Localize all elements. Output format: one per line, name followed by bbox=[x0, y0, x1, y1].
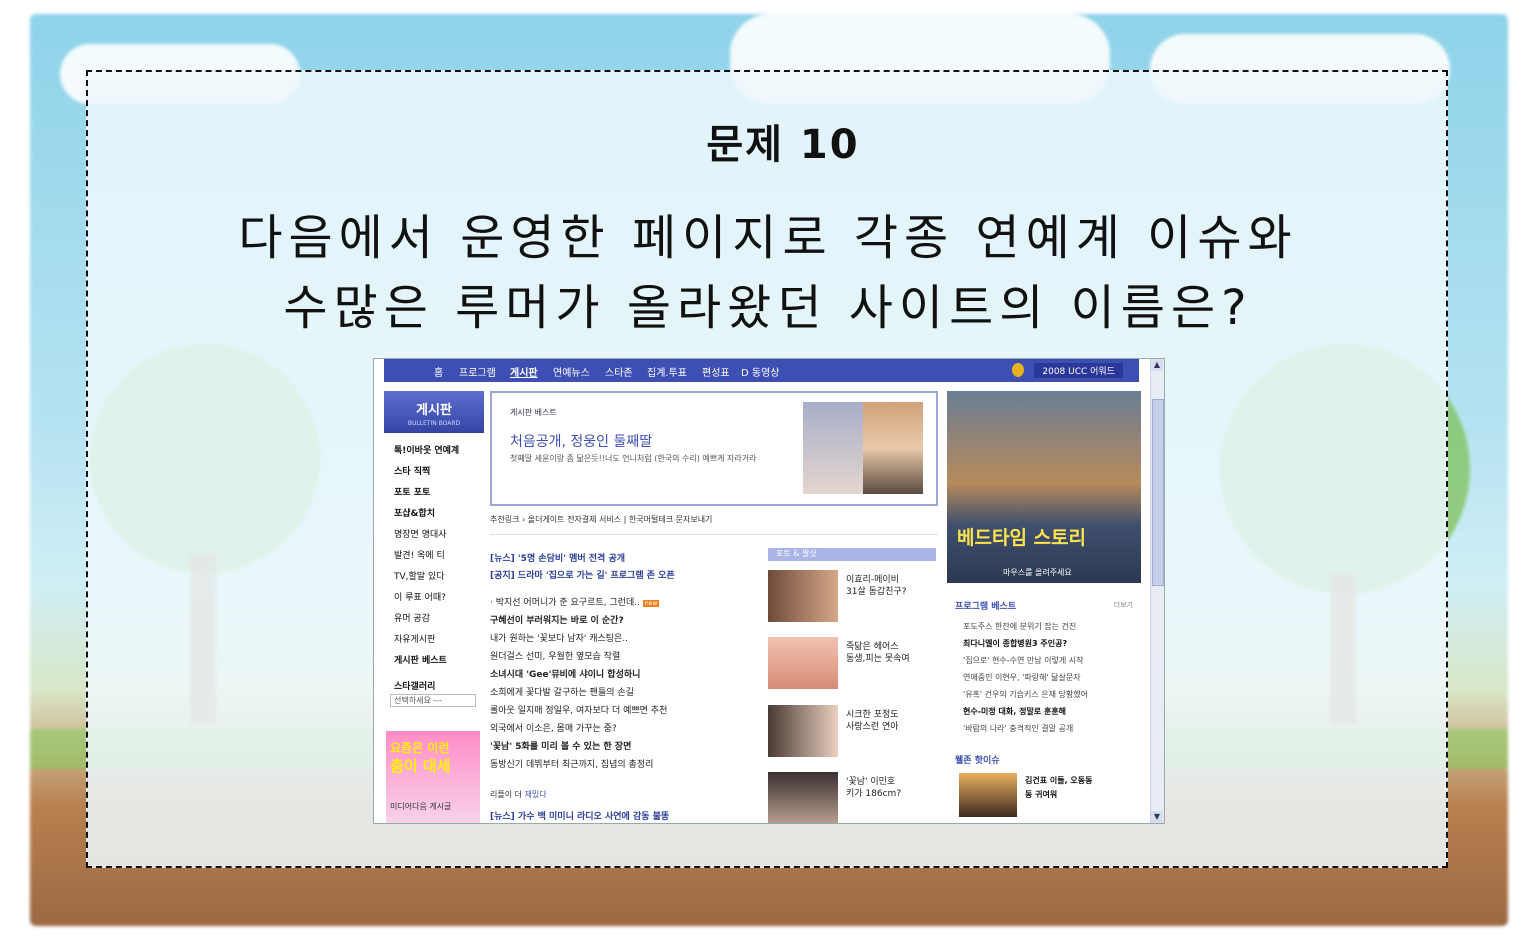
sidebar-item[interactable]: TV,할말 있다 bbox=[394, 569, 445, 582]
photo-thumbnail[interactable] bbox=[768, 705, 838, 757]
sidebar-subtitle: BULLETIN BOARD bbox=[407, 420, 461, 427]
hot-issue-line[interactable]: 동 귀여워 bbox=[1025, 789, 1057, 800]
hot-issue-line[interactable]: 김건표 이들, 오동동 bbox=[1025, 775, 1093, 786]
photo-title[interactable]: 죽닮은 헤어스 동생,피는 못속여 bbox=[846, 641, 910, 665]
board-best-label: 게시판 베스트 bbox=[510, 408, 557, 417]
sidebar-item[interactable]: 발견! 옥에 티 bbox=[394, 548, 445, 561]
program-item[interactable]: 최다니엘이 종합병원3 주인공? bbox=[963, 638, 1067, 649]
news-item[interactable]: 내가 원하는 '꽃보다 남자' 캐스팅은.. bbox=[490, 631, 628, 644]
scroll-down-icon[interactable]: ▼ bbox=[1151, 811, 1163, 823]
vertical-scrollbar[interactable]: ▲ ▼ bbox=[1150, 359, 1164, 823]
program-item[interactable]: 연애중인 이현우, '파랑해' 닮살문자 bbox=[963, 672, 1081, 683]
sidebar-item[interactable]: 포토 포토 bbox=[394, 485, 430, 498]
scroll-thumb[interactable] bbox=[1152, 399, 1164, 586]
photo-title[interactable]: '꽃남' 이민호 키가 186cm? bbox=[846, 776, 901, 800]
news-item[interactable]: 구혜선이 부러워지는 바로 이 순간? bbox=[490, 613, 624, 626]
program-item[interactable]: '바람의 나라' 충격적인 결말 공개 bbox=[963, 723, 1073, 734]
sidebar-item[interactable]: 포샵&합치 bbox=[394, 506, 435, 519]
sidebar-item[interactable]: 자유게시판 bbox=[394, 632, 435, 645]
question-line-1: 다음에서 운영한 페이지로 각종 연예계 이슈와 bbox=[238, 210, 1298, 266]
board-best-box: 게시판 베스트 처음공개, 정웅인 둘째딸 첫째딸 세윤이랑 좀 닮은듯!!너도… bbox=[490, 391, 938, 506]
nav-video[interactable]: D 동영상 bbox=[741, 364, 779, 379]
baby-photo[interactable] bbox=[803, 402, 863, 494]
news-item[interactable]: 소희에게 꽃다발 갈구하는 팬들의 손길 bbox=[490, 685, 634, 698]
sidebar-item[interactable]: 이 루표 어때? bbox=[394, 590, 446, 603]
photo-title[interactable]: 이효리-메이비 31살 동갑친구? bbox=[846, 574, 907, 598]
news-headline[interactable]: [공지] 드라마 '집으로 가는 길' 프로그램 존 오픈 bbox=[490, 568, 675, 581]
news-item[interactable]: '꽃남' 5화를 미리 볼 수 있는 한 장면 bbox=[490, 739, 631, 752]
reply-section-heading: 리플이 더 재밌다 bbox=[490, 790, 547, 799]
dance-ad-banner[interactable]: 요즘은 이런 춤이 대세 미디어다음 게시글 bbox=[386, 731, 480, 823]
movie-poster-ad[interactable]: 베드타임 스토리 마우스를 올려주세요 bbox=[947, 391, 1141, 583]
poster-hint: 마우스를 올려주세요 bbox=[1003, 568, 1072, 577]
news-item[interactable]: 소녀시대 'Gee'뮤비에 샤이니 합성하니 bbox=[490, 667, 640, 680]
left-sidebar: 게시판 BULLETIN BOARD 톡!이바웃 연예계 스타 직찍 포토 포토… bbox=[384, 391, 484, 823]
program-item[interactable]: '유혹' 건우의 기습키스 은재 당황했어 bbox=[963, 689, 1088, 700]
program-item[interactable]: '집으로' 현수-수연 만남 이렇게 시작 bbox=[963, 655, 1084, 666]
news-item[interactable]: 외국에서 이소은, 몸매 가꾸는 중? bbox=[490, 721, 617, 734]
new-badge: new bbox=[642, 600, 660, 607]
ad-line-1: 요즘은 이런 bbox=[390, 741, 450, 755]
photo-thumbnail[interactable] bbox=[768, 570, 838, 622]
nav-vote[interactable]: 집계.투표 bbox=[647, 364, 687, 379]
sidebar-item[interactable]: 톡!이바웃 연예계 bbox=[394, 443, 459, 456]
sidebar-item-star-gallery[interactable]: 스타갤러리 bbox=[394, 679, 435, 692]
news-item[interactable]: · 박지선 어머니가 준 요구르트, 그런데.. new bbox=[490, 595, 660, 608]
news-item[interactable]: 원더걸스 선미, 우월한 옆모습 작렬 bbox=[490, 649, 620, 662]
sidebar-item[interactable]: 게시판 베스트 bbox=[394, 653, 447, 666]
scroll-up-icon[interactable]: ▲ bbox=[1151, 359, 1163, 371]
program-best-heading: 프로그램 베스트 bbox=[955, 602, 1017, 612]
photo-thumbnail[interactable] bbox=[768, 772, 838, 823]
sidebar-item[interactable]: 유머 공감 bbox=[394, 611, 430, 624]
board-best-desc: 첫째딸 세윤이랑 좀 닮은듯!!너도 언니처럼 (한국의 수리) 예쁘게 자라거… bbox=[510, 454, 757, 463]
news-item[interactable]: 롤아웃 일지매 정일우, 여자보다 더 예쁘면 추천 bbox=[490, 703, 667, 716]
ad-line-2: 춤이 대세 bbox=[390, 757, 451, 775]
nav-schedule[interactable]: 편성표 bbox=[702, 364, 730, 379]
poster-title: 베드타임 스토리 bbox=[957, 527, 1086, 549]
news-item[interactable]: 동방신기 데뷔부터 최근까지, 집념의 총정리 bbox=[490, 757, 653, 770]
sidebar-header: 게시판 BULLETIN BOARD bbox=[384, 391, 484, 433]
ucc-award-badge[interactable]: 2008 UCC 어워드 bbox=[1034, 363, 1123, 378]
photo-thumbnail[interactable] bbox=[768, 637, 838, 689]
ad-caption: 미디어다음 게시글 bbox=[390, 802, 452, 811]
hot-issue-thumbnail[interactable] bbox=[959, 773, 1017, 817]
photo-title[interactable]: 시크한 포정도 사랑스런 연아 bbox=[846, 709, 899, 733]
question-line-2: 수많은 루머가 올라왔던 사이트의 이름은? bbox=[283, 280, 1253, 336]
gallery-select[interactable]: 선택하세요 --- bbox=[390, 694, 476, 707]
sidebar-item[interactable]: 스타 직찍 bbox=[394, 464, 430, 477]
news-headline[interactable]: [뉴스] 가수 백 미미니 라디오 사연에 감동 불똥 bbox=[490, 809, 669, 822]
news-headline[interactable]: [뉴스] '5명 손담비' 멤버 전격 공개 bbox=[490, 551, 625, 564]
question-number: 문제 10 bbox=[706, 122, 860, 168]
top-navigation: 홈 프로그램 게시판 연예뉴스 스타존 집계.투표 편성표 D 동영상 2008… bbox=[384, 359, 1139, 382]
more-link[interactable]: 더보기 bbox=[1114, 600, 1133, 610]
program-item[interactable]: 현수-미정 대화, 정말로 훈훈해 bbox=[963, 706, 1066, 717]
nav-program[interactable]: 프로그램 bbox=[459, 364, 496, 379]
board-best-title[interactable]: 처음공개, 정웅인 둘째딸 bbox=[510, 431, 652, 451]
father-photo[interactable] bbox=[863, 402, 923, 494]
quiz-slide: 문제 10 다음에서 운영한 페이지로 각종 연예계 이슈와 수많은 루머가 올… bbox=[0, 0, 1536, 940]
program-item[interactable]: 포도주스 한잔에 분위기 잡는 건진 bbox=[963, 621, 1076, 632]
sidebar-title: 게시판 bbox=[416, 403, 452, 418]
website-screenshot: 홈 프로그램 게시판 연예뉴스 스타존 집계.투표 편성표 D 동영상 2008… bbox=[373, 358, 1165, 824]
recommend-links[interactable]: 추천링크 › 올더게이트 전자결제 서비스 | 한국머털테크 문자보내기 bbox=[490, 514, 938, 535]
photo-section-caption: 포토 & 짤샷 bbox=[768, 548, 936, 561]
nav-news[interactable]: 연예뉴스 bbox=[553, 364, 590, 379]
sidebar-item[interactable]: 명장면 명대사 bbox=[394, 527, 447, 540]
medal-icon bbox=[1012, 363, 1024, 377]
reply-link[interactable]: 재밌다 bbox=[525, 790, 547, 799]
nav-board[interactable]: 게시판 bbox=[510, 364, 538, 379]
nav-starzone[interactable]: 스타존 bbox=[605, 364, 633, 379]
hot-issue-heading: 웰존 핫이슈 bbox=[955, 756, 1000, 766]
nav-home[interactable]: 홈 bbox=[434, 364, 443, 379]
